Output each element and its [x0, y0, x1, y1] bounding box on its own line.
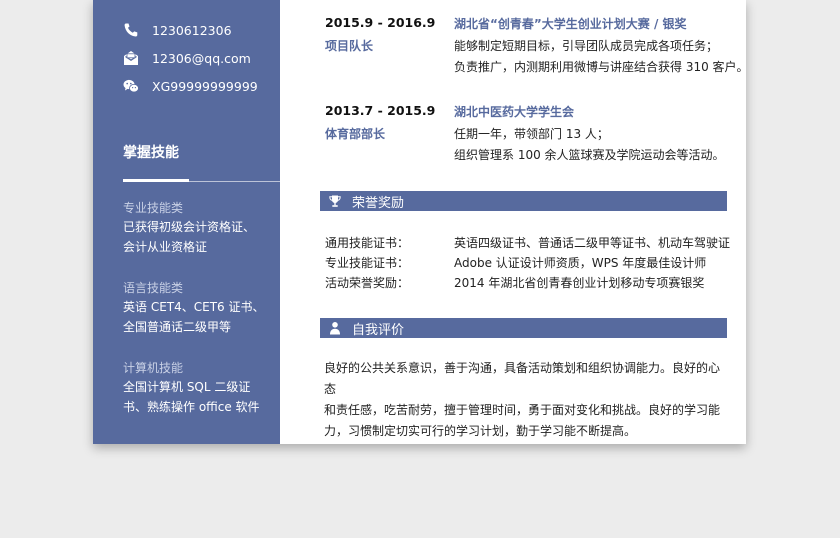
skills-heading: 掌握技能	[123, 145, 179, 161]
honor-value: 2014 年湖北省创青春创业计划移动专项赛银奖	[454, 276, 705, 290]
phone-icon	[124, 23, 138, 37]
experience-role: 体育部部长	[325, 127, 386, 141]
skill-category-professional: 专业技能类	[123, 201, 184, 215]
email-icon	[124, 51, 138, 65]
user-icon	[330, 322, 340, 335]
sidebar: 1230612306 12306@qq.com XG99999999999 掌握	[93, 0, 280, 444]
honor-value: 英语四级证书、普通话二级甲等证书、机动车驾驶证	[454, 236, 731, 250]
self-eval-line: 和责任感，吃苦耐劳，擅于管理时间，勇于面对变化和挑战。良好的学习能	[324, 403, 721, 417]
contact-phone: 1230612306	[123, 21, 232, 39]
self-eval-line: 良好的公共关系意识，善于沟通，具备活动策划和组织协调能力。良好的心态	[324, 361, 721, 396]
phone-number: 1230612306	[152, 22, 232, 38]
skills-divider-accent	[123, 179, 189, 182]
contact-wechat: XG99999999999	[123, 77, 258, 95]
skill-category-language: 语言技能类	[123, 281, 184, 295]
resume-page: 1230612306 12306@qq.com XG99999999999 掌握	[93, 0, 749, 444]
honor-value: Adobe 认证设计师资质，WPS 年度最佳设计师	[454, 256, 707, 270]
skill-detail-professional: 已获得初级会计资格证、 会计从业资格证	[123, 217, 273, 257]
skill-line: 全国计算机 SQL 二级证	[123, 380, 251, 394]
honor-label: 专业技能证书：	[325, 256, 410, 270]
skill-line: 书、熟练操作 office 软件	[123, 400, 260, 414]
skill-line: 会计从业资格证	[123, 240, 208, 254]
experience-detail: 组织管理系 100 余人篮球赛及学院运动会等活动。	[454, 148, 725, 162]
self-eval-section-header: 自我评价	[320, 318, 727, 338]
experience-date: 2013.7 - 2015.9	[325, 103, 436, 118]
contact-email: 12306@qq.com	[123, 49, 251, 67]
experience-detail: 能够制定短期目标，引导团队成员完成各项任务；	[454, 39, 719, 53]
experience-date: 2015.9 - 2016.9	[325, 15, 436, 30]
honors-section-header: 荣誉奖励	[320, 191, 727, 211]
skill-detail-computer: 全国计算机 SQL 二级证 书、熟练操作 office 软件	[123, 377, 273, 417]
skill-category-computer: 计算机技能	[123, 361, 184, 375]
main-content: 2015.9 - 2016.9 湖北省“创青春”大学生创业计划大赛 / 银奖 项…	[280, 0, 749, 444]
experience-organization: 湖北省“创青春”大学生创业计划大赛 / 银奖	[454, 17, 687, 31]
experience-detail: 负责推广，内测期利用微博与讲座结合获得 310 客户。	[454, 60, 749, 74]
wechat-id: XG99999999999	[152, 78, 258, 94]
self-eval-paragraph: 良好的公共关系意识，善于沟通，具备活动策划和组织协调能力。良好的心态 和责任感，…	[324, 358, 729, 442]
skill-detail-language: 英语 CET4、CET6 证书、 全国普通话二级甲等	[123, 297, 273, 337]
skill-line: 英语 CET4、CET6 证书、	[123, 300, 265, 314]
skill-line: 已获得初级会计资格证、	[123, 220, 256, 234]
email-address: 12306@qq.com	[152, 50, 251, 66]
honors-title: 荣誉奖励	[352, 195, 405, 211]
experience-detail: 任期一年，带领部门 13 人；	[454, 127, 609, 141]
experience-role: 项目队长	[325, 39, 374, 53]
experience-organization: 湖北中医药大学学生会	[454, 105, 575, 119]
wechat-icon	[123, 79, 139, 93]
honor-label: 活动荣誉奖励：	[325, 276, 410, 290]
self-eval-line: 力，习惯制定切实可行的学习计划，勤于学习能不断提高。	[324, 424, 637, 438]
self-eval-title: 自我评价	[352, 322, 405, 338]
skill-line: 全国普通话二级甲等	[123, 320, 232, 334]
trophy-icon	[329, 195, 341, 207]
honor-label: 通用技能证书：	[325, 236, 410, 250]
